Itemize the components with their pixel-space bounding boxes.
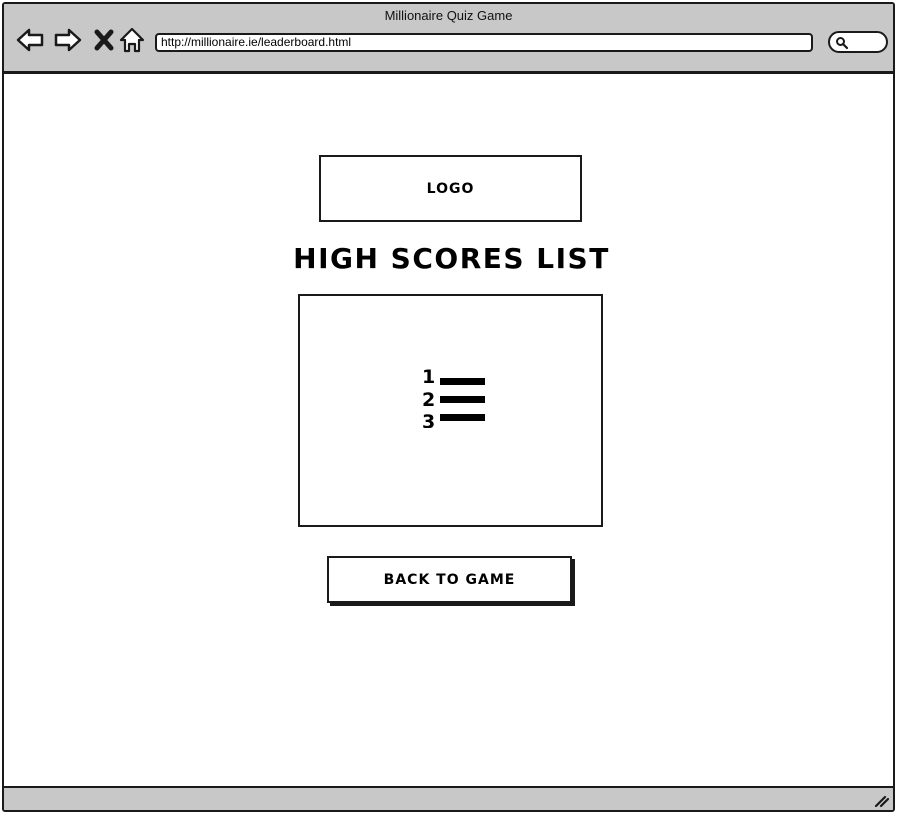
page-content: LOGO HIGH SCORES LIST 1 2 3 BACK TO GAME: [4, 74, 893, 790]
back-to-game-button[interactable]: BACK TO GAME: [327, 556, 572, 603]
list-line-2: [440, 396, 485, 403]
browser-toolbar: Millionaire Quiz Game http://millionaire…: [4, 4, 893, 74]
search-icon: [836, 37, 849, 50]
logo-placeholder: LOGO: [319, 155, 582, 222]
window-title: Millionaire Quiz Game: [384, 8, 513, 23]
resize-grip-icon[interactable]: [873, 792, 889, 808]
list-number-1: 1: [422, 366, 435, 388]
search-button[interactable]: [828, 31, 888, 53]
browser-window: Millionaire Quiz Game http://millionaire…: [2, 2, 895, 812]
page-title: HIGH SCORES LIST: [293, 242, 610, 275]
back-arrow-icon[interactable]: [16, 26, 44, 54]
numbered-list-icon: 1 2 3: [422, 366, 485, 428]
stop-icon[interactable]: [90, 26, 118, 54]
url-input[interactable]: http://millionaire.ie/leaderboard.html: [155, 33, 813, 52]
list-number-3: 3: [422, 411, 435, 428]
high-scores-list: 1 2 3: [298, 294, 603, 527]
home-icon[interactable]: [118, 26, 146, 54]
list-line-1: [440, 378, 485, 385]
list-line-3: [440, 414, 485, 421]
status-bar: [4, 786, 893, 810]
forward-arrow-icon[interactable]: [54, 26, 82, 54]
list-number-2: 2: [422, 389, 435, 411]
